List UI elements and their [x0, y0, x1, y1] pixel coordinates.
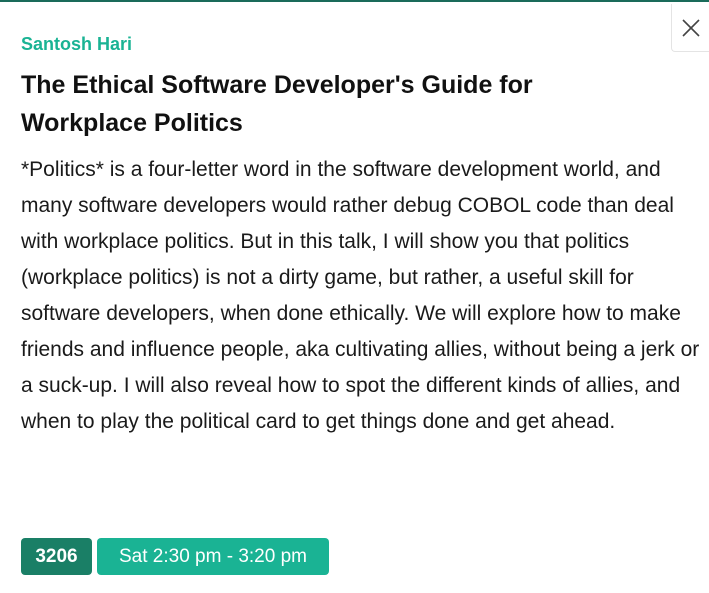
speaker-name[interactable]: Santosh Hari: [21, 32, 132, 56]
close-icon: [681, 18, 700, 37]
time-badge: Sat 2:30 pm - 3:20 pm: [97, 538, 329, 575]
close-button[interactable]: [671, 4, 709, 52]
session-modal: Santosh Hari The Ethical Software Develo…: [0, 0, 709, 593]
session-title: The Ethical Software Developer's Guide f…: [21, 71, 533, 137]
room-badge: 3206: [21, 538, 92, 575]
session-description: *Politics* is a four-letter word in the …: [21, 158, 700, 433]
session-badges: 3206 Sat 2:30 pm - 3:20 pm: [21, 538, 329, 575]
